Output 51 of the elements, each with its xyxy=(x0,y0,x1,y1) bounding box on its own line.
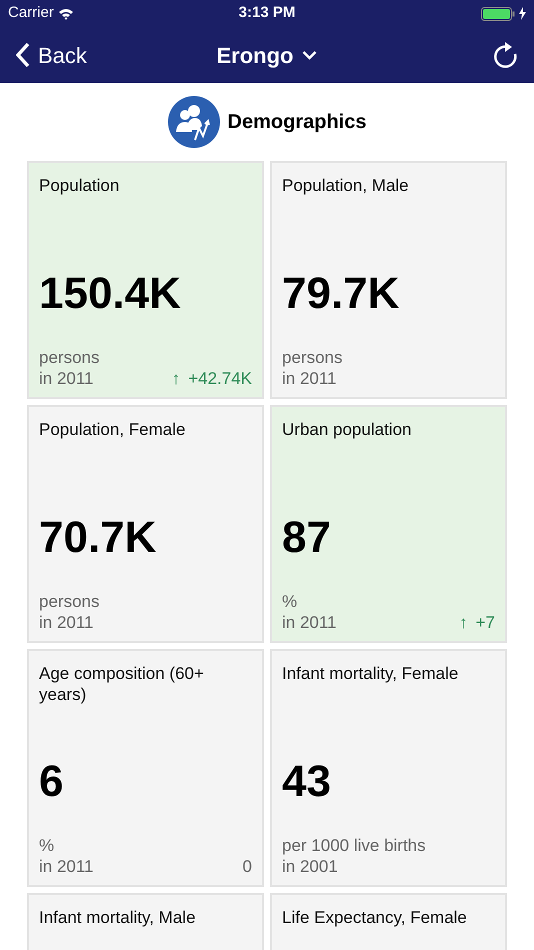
stat-value: 6 xyxy=(39,757,64,807)
card-title: Urban population xyxy=(282,419,412,441)
stat-value: 43 xyxy=(282,757,332,807)
stat-card[interactable]: Population 150.4K persons in 2011 ↑ +42.74K xyxy=(27,161,264,399)
carrier-label: Carrier xyxy=(8,3,54,24)
period-label: in 2011 xyxy=(39,368,95,389)
chevron-down-icon xyxy=(302,50,318,60)
stat-value: 150.4K xyxy=(39,269,182,319)
period-label: in 2011 xyxy=(282,612,337,633)
card-title: Infant mortality, Male xyxy=(39,907,197,929)
unit-label: per 1000 live births xyxy=(282,835,426,856)
stat-card[interactable]: Age composition (60+ years) 6 % in 2011 0 xyxy=(27,649,264,887)
stat-card[interactable]: Population, Female 70.7K persons in 2011 xyxy=(27,405,264,643)
change-value: 0 xyxy=(242,856,252,877)
region-dropdown[interactable]: Erongo xyxy=(216,38,318,72)
stat-card[interactable]: Urban population 87 % in 2011 ↑ +7 xyxy=(270,405,507,643)
card-title: Life Expectancy, Female xyxy=(282,907,468,929)
clock: 3:13 PM xyxy=(238,3,296,24)
change-value: +42.74K xyxy=(188,368,252,389)
charging-icon xyxy=(519,7,526,20)
up-arrow-icon: ↑ xyxy=(172,368,180,389)
unit-label: persons xyxy=(282,347,342,368)
stat-card[interactable]: Infant mortality, Male xyxy=(27,893,264,950)
stat-card[interactable]: Life Expectancy, Female xyxy=(270,893,507,950)
chevron-left-icon xyxy=(16,42,30,68)
card-title: Population, Male xyxy=(282,175,410,197)
back-button[interactable]: Back xyxy=(16,38,87,72)
period-label: in 2011 xyxy=(39,612,95,633)
stat-value: 70.7K xyxy=(39,513,158,563)
card-title: Population, Female xyxy=(39,419,186,441)
card-title: Infant mortality, Female xyxy=(282,663,460,685)
wifi-icon xyxy=(58,8,74,20)
period-label: in 2011 xyxy=(282,368,338,389)
section-title: Demographics xyxy=(228,110,366,135)
card-title: Population xyxy=(39,175,120,197)
battery-icon xyxy=(481,6,515,20)
refresh-icon[interactable] xyxy=(492,41,518,69)
people-chart-icon xyxy=(168,96,220,148)
card-title: Age composition (60+ years) xyxy=(39,663,205,705)
unit-label: persons xyxy=(39,591,100,612)
change-value: +7 xyxy=(476,612,495,633)
unit-label: % xyxy=(39,835,56,856)
stat-card[interactable]: Population, Male 79.7K persons in 2011 xyxy=(270,161,507,399)
stat-value: 87 xyxy=(282,513,332,563)
stat-value: 79.7K xyxy=(282,269,400,319)
up-arrow-icon: ↑ xyxy=(459,612,468,633)
period-label: in 2011 xyxy=(39,856,94,877)
stat-card[interactable]: Infant mortality, Female 43 per 1000 live births in 2001 xyxy=(270,649,507,887)
unit-label: % xyxy=(282,591,298,612)
unit-label: persons xyxy=(39,347,100,368)
period-label: in 2001 xyxy=(282,856,339,877)
